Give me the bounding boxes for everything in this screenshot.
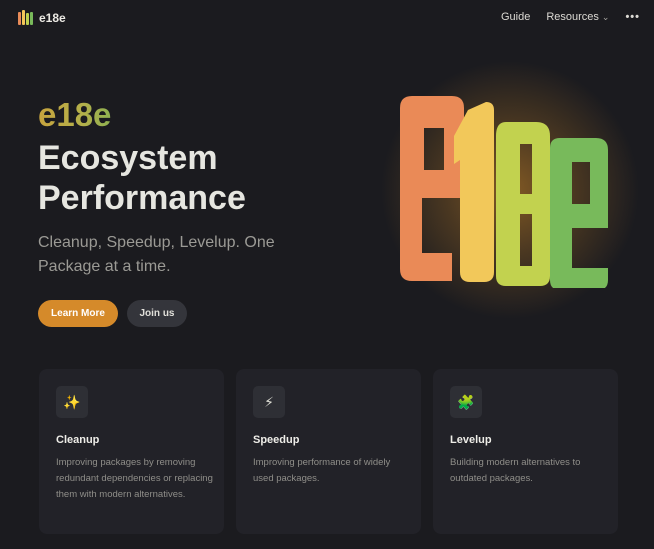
hero-tagline: Cleanup, Speedup, Levelup. One Package a… — [38, 234, 275, 275]
learn-more-button[interactable]: Learn More — [38, 300, 118, 327]
hero-name: e18e — [38, 96, 112, 133]
e18e-hero-logo-icon — [400, 96, 608, 288]
e18e-logo-icon — [18, 10, 33, 25]
puzzle-icon: 🧩 — [450, 386, 482, 418]
join-us-button[interactable]: Join us — [127, 300, 187, 327]
hero-title: Ecosystem Performance — [38, 139, 246, 217]
feature-card-levelup: 🧩 Levelup Building modern alternatives t… — [433, 369, 618, 534]
brand-link[interactable]: e18e — [18, 10, 66, 25]
feature-title: Speedup — [253, 434, 300, 446]
feature-card-speedup: ⚡ Speedup Improving performance of widel… — [236, 369, 421, 534]
chevron-down-icon: ⌄ — [601, 12, 610, 22]
feature-title: Levelup — [450, 434, 492, 446]
nav-link-guide[interactable]: Guide — [501, 11, 530, 23]
feature-details: Improving performance of widely used pac… — [253, 457, 391, 484]
nav-links: Guide Resources ⌄ ••• — [501, 11, 640, 23]
brand-name: e18e — [39, 10, 66, 25]
lightning-icon: ⚡ — [253, 386, 285, 418]
more-menu-button[interactable]: ••• — [625, 11, 640, 23]
feature-details: Improving packages by removing redundant… — [56, 457, 213, 500]
navbar: e18e Guide Resources ⌄ ••• — [0, 0, 654, 36]
feature-details: Building modern alternatives to outdated… — [450, 457, 581, 484]
feature-title: Cleanup — [56, 434, 100, 446]
feature-card-cleanup: ✨ Cleanup Improving packages by removing… — [39, 369, 224, 534]
nav-menu-resources[interactable]: Resources ⌄ — [546, 11, 609, 23]
sparkles-icon: ✨ — [56, 386, 88, 418]
nav-menu-resources-label: Resources — [546, 11, 599, 23]
